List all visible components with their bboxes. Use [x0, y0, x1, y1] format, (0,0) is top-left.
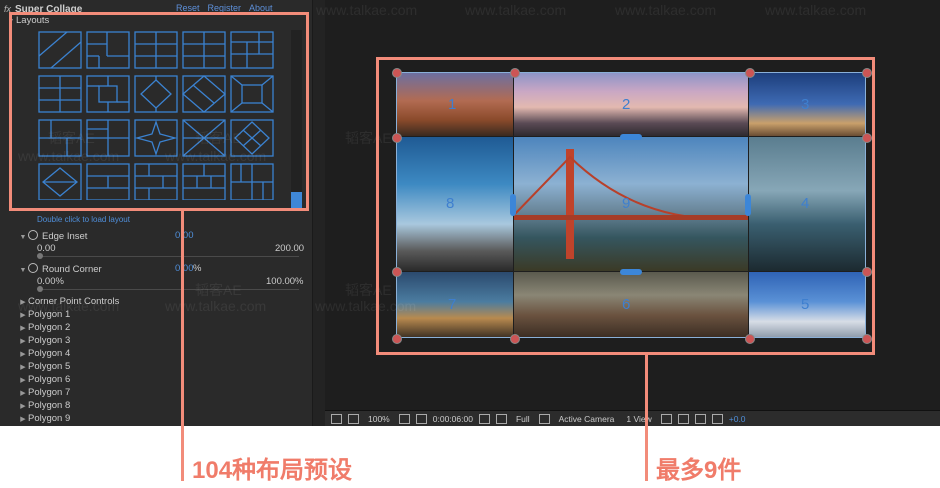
chevron-right-icon[interactable]: ▶: [18, 349, 28, 361]
chevron-right-icon[interactable]: ▶: [18, 375, 28, 387]
round-corner-value[interactable]: 0.00: [175, 263, 194, 275]
callout-line-right: [645, 355, 648, 481]
viewer-highlight-box: [376, 57, 875, 355]
round-corner-slider[interactable]: [37, 289, 299, 290]
chevron-right-icon[interactable]: ▶: [18, 401, 28, 413]
polygon-label: Polygon 4: [28, 348, 71, 359]
timecode[interactable]: 0:00:06:00: [433, 414, 473, 424]
polygon-label: Polygon 6: [28, 374, 71, 385]
snapshot-icon[interactable]: [694, 413, 706, 424]
edge-inset-label: Edge Inset: [42, 231, 88, 242]
edge-inset-max: 200.00: [275, 243, 305, 254]
edge-inset-slider[interactable]: [37, 256, 299, 257]
round-corner-max: 100.00%: [266, 276, 304, 287]
watermark: www.talkae.com: [615, 2, 717, 18]
load-hint: Double click to load layout: [37, 215, 130, 224]
chevron-down-icon[interactable]: ▼: [18, 232, 28, 244]
chevron-right-icon[interactable]: ▶: [18, 323, 28, 335]
polygon-7[interactable]: ▶ Polygon 7: [18, 387, 330, 399]
zoom-select[interactable]: 100%: [365, 414, 393, 424]
watermark: www.talkae.com: [765, 2, 867, 18]
caption-layout-presets: 104种布局预设: [192, 457, 353, 484]
chevron-right-icon[interactable]: ▶: [18, 362, 28, 374]
polygon-5[interactable]: ▶ Polygon 5: [18, 361, 330, 373]
round-corner-label: Round Corner: [42, 264, 102, 275]
chevron-right-icon[interactable]: ▶: [18, 336, 28, 348]
watermark: www.talkae.com: [465, 2, 567, 18]
edge-inset-value[interactable]: 0.00: [175, 230, 194, 242]
round-corner-row[interactable]: ▼ Round Corner 0.00 %: [18, 263, 330, 275]
chevron-right-icon[interactable]: ▶: [18, 414, 28, 426]
watermark: 韬客AE: [195, 282, 242, 298]
layouts-highlight-box: [9, 12, 309, 211]
exposure-value[interactable]: +0.0: [729, 414, 746, 424]
roi-icon[interactable]: [538, 413, 550, 424]
polygon-label: Polygon 7: [28, 387, 71, 398]
color-channel-icon[interactable]: [495, 413, 507, 424]
stopwatch-icon[interactable]: [28, 230, 38, 240]
fit-icon[interactable]: [398, 413, 410, 424]
grid-icon[interactable]: [348, 413, 359, 424]
chevron-right-icon[interactable]: ▶: [18, 388, 28, 400]
polygon-6[interactable]: ▶ Polygon 6: [18, 374, 330, 386]
camera-icon[interactable]: [478, 413, 490, 424]
pixel-aspect-icon[interactable]: [660, 413, 672, 424]
magnification-icon[interactable]: [331, 413, 342, 424]
polygon-2[interactable]: ▶ Polygon 2: [18, 322, 330, 334]
resolution-select[interactable]: Full: [513, 414, 533, 424]
edge-inset-slider-knob[interactable]: [37, 253, 43, 259]
exposure-reset-icon[interactable]: [711, 413, 723, 424]
polygon-label: Polygon 8: [28, 400, 71, 411]
caption-max-items: 最多9件: [656, 457, 742, 484]
polygon-8[interactable]: ▶ Polygon 8: [18, 400, 330, 412]
polygon-9[interactable]: ▶ Polygon 9: [18, 413, 330, 425]
viewer-toolbar: 100% 0:00:06:00 Full Active Camera 1 Vie…: [325, 410, 940, 426]
camera-select[interactable]: Active Camera: [556, 414, 618, 424]
polygon-label: Polygon 2: [28, 322, 71, 333]
3d-view-icon[interactable]: [677, 413, 689, 424]
polygon-4[interactable]: ▶ Polygon 4: [18, 348, 330, 360]
polygon-label: Polygon 9: [28, 413, 71, 424]
polygon-label: Polygon 5: [28, 361, 71, 372]
round-corner-slider-knob[interactable]: [37, 286, 43, 292]
stopwatch-icon[interactable]: [28, 263, 38, 273]
callout-line-left: [181, 211, 184, 481]
round-corner-unit: %: [193, 263, 202, 274]
polygon-3[interactable]: ▶ Polygon 3: [18, 335, 330, 347]
watermark: www.talkae.com: [18, 298, 120, 314]
edge-inset-row[interactable]: ▼ Edge Inset 0.00: [18, 230, 330, 242]
polygon-label: Polygon 3: [28, 335, 71, 346]
chevron-down-icon[interactable]: ▼: [18, 265, 28, 277]
view-layout-select[interactable]: 1 View: [623, 414, 654, 424]
watermark: www.talkae.com: [316, 2, 418, 18]
region-icon[interactable]: [415, 413, 427, 424]
